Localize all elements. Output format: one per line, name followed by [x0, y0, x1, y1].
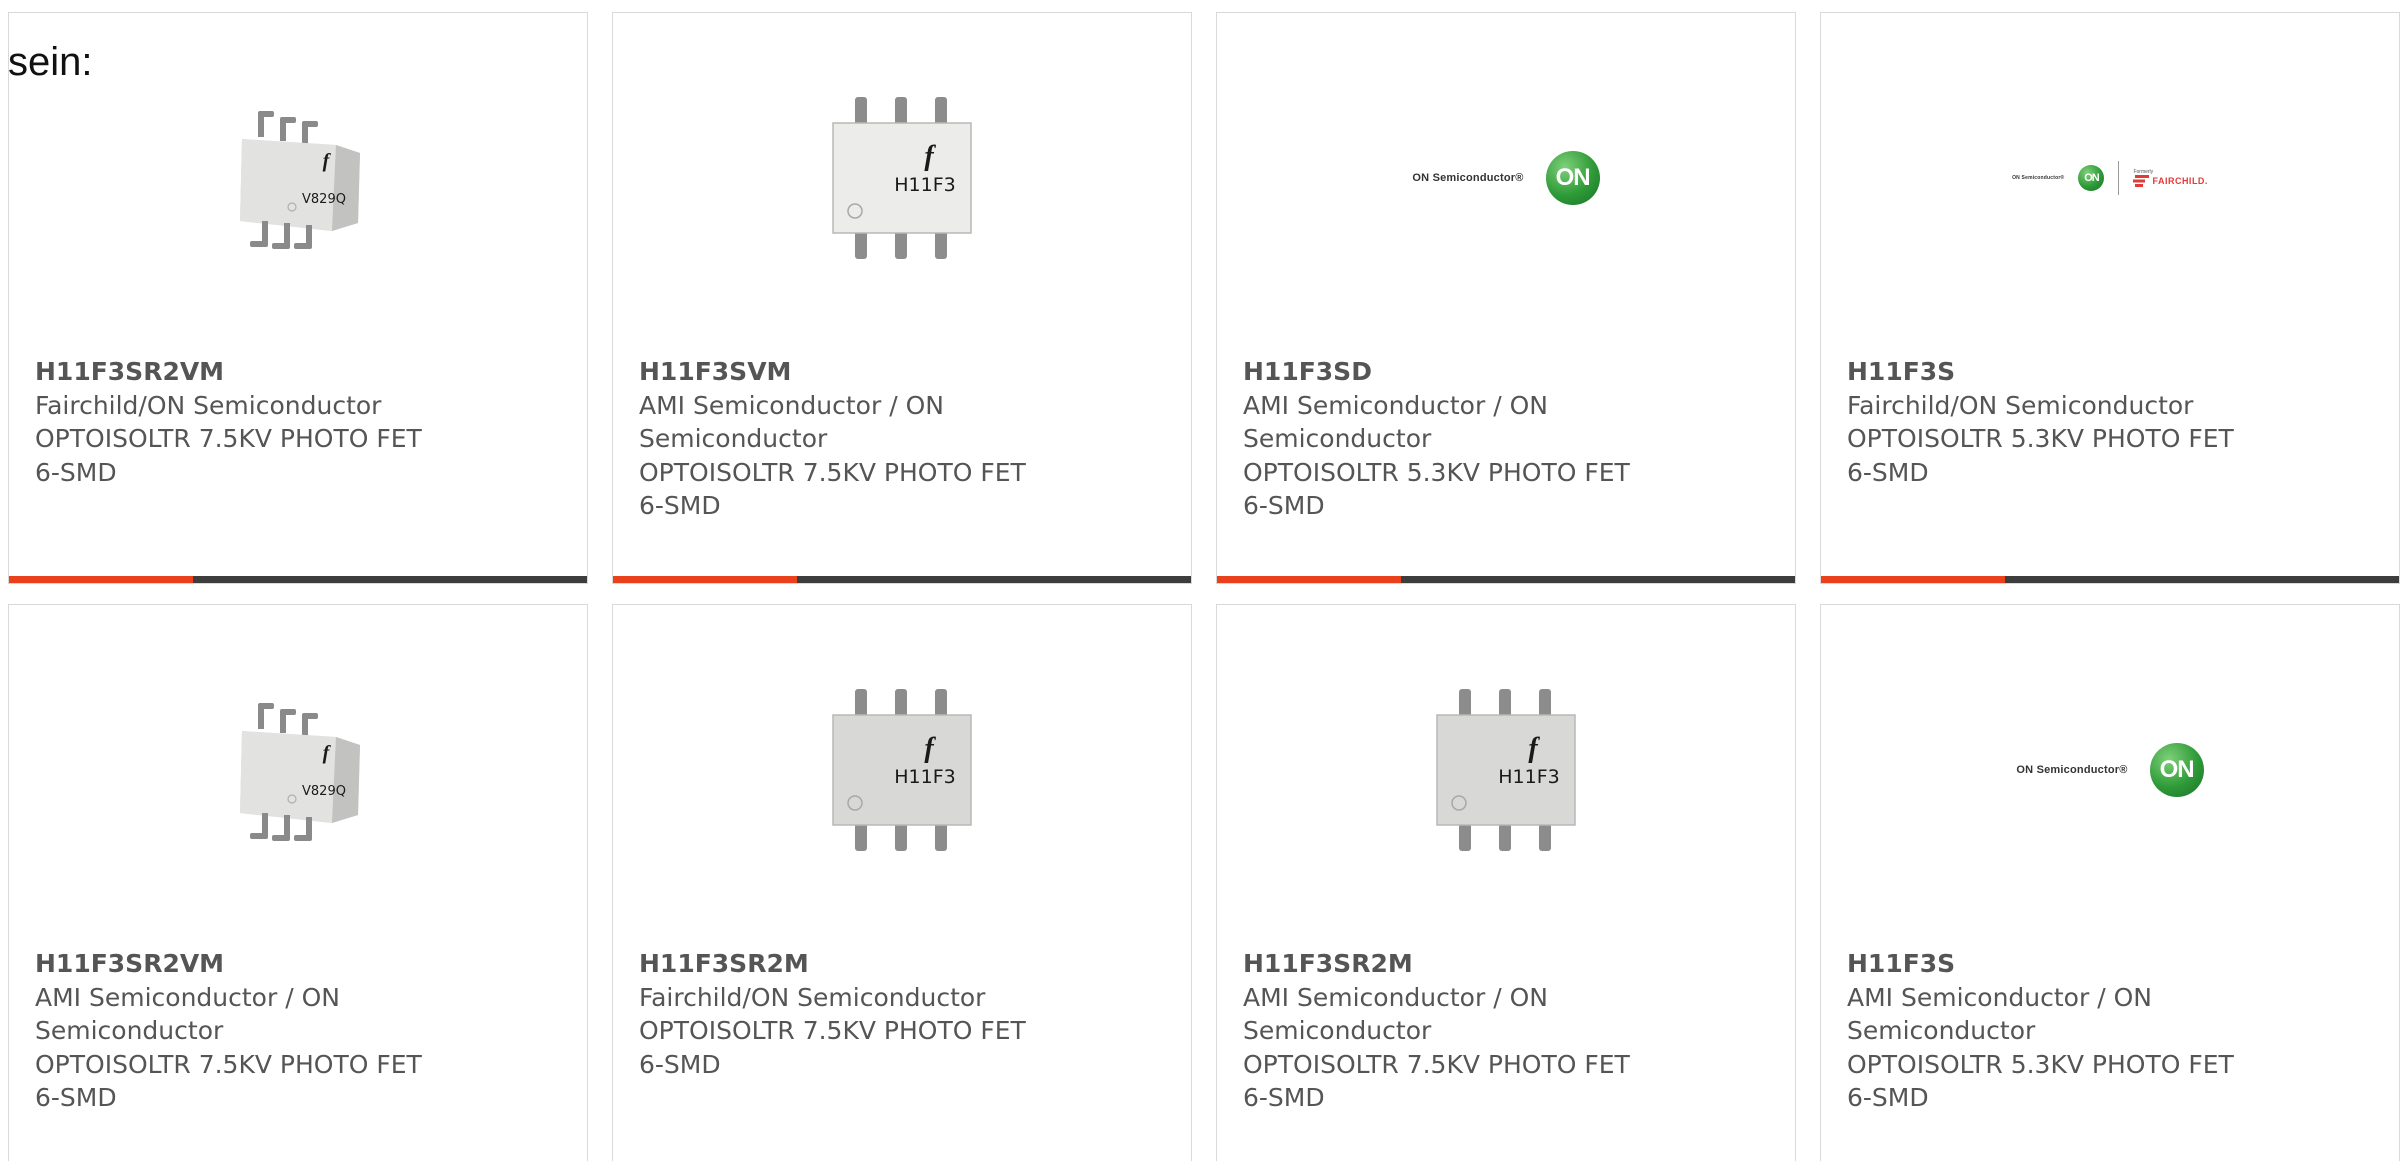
- product-info: H11F3S Fairchild/ON Semiconductor OPTOISOL…: [1847, 355, 2277, 489]
- product-image[interactable]: f H11F3: [1217, 665, 1795, 875]
- product-info: H11F3SVM AMI Semiconductor / ON Semicondu…: [639, 355, 1069, 523]
- product-photo: f H11F3: [1436, 689, 1576, 851]
- product-photo: f H11F3: [832, 689, 972, 851]
- svg-text:V829Q: V829Q: [302, 784, 346, 799]
- on-logo-icon: ON: [1545, 151, 1600, 205]
- description: OPTOISOLTR 5.3KV PHOTO FET: [1847, 1049, 2234, 1079]
- product-image[interactable]: f H11F3: [613, 73, 1191, 283]
- svg-text:V829Q: V829Q: [302, 192, 346, 207]
- part-number-link[interactable]: H11F3SR2M: [1243, 947, 1673, 981]
- product-info: H11F3SR2M Fairchild/ON Semiconductor OPTOI…: [639, 947, 1069, 1081]
- logo-wordmark: ON Semiconductor®: [1412, 172, 1524, 184]
- card-accent-highlight: [1821, 576, 2005, 583]
- package: 6-SMD: [1243, 491, 1325, 520]
- product-card[interactable]: ON Semiconductor® ON H11F3SD AMI Semiconduc…: [1216, 12, 1796, 584]
- on-semiconductor-logo: ON Semiconductor® ON: [2016, 743, 2204, 797]
- package: 6-SMD: [639, 1049, 721, 1079]
- product-grid: f V829Q H11F3SR2VM Fairchild/ON Semicondu…: [8, 12, 2400, 1161]
- package: 6-SMD: [35, 457, 117, 487]
- product-image[interactable]: ON Semiconductor® ON: [1217, 73, 1795, 283]
- description: OPTOISOLTR 7.5KV PHOTO FET: [35, 424, 422, 453]
- svg-text:H11F3: H11F3: [894, 766, 955, 788]
- fairchild-icon: [2133, 175, 2150, 187]
- product-card[interactable]: f H11F3 H11F3SR2M AMI Semiconductor / ON …: [1216, 604, 1796, 1161]
- product-image[interactable]: f H11F3: [613, 665, 1191, 875]
- manufacturer: Fairchild/ON Semiconductor: [639, 982, 986, 1012]
- product-image[interactable]: ON Semiconductor® ON: [1821, 665, 2399, 875]
- package: 6-SMD: [1847, 457, 1929, 487]
- product-photo: f H11F3: [832, 97, 972, 259]
- manufacturer: AMI Semiconductor / ON Semiconductor: [1243, 390, 1548, 454]
- product-photo: f V829Q: [240, 703, 360, 841]
- svg-text:H11F3: H11F3: [894, 174, 955, 196]
- part-number-link[interactable]: H11F3SR2VM: [35, 355, 465, 389]
- product-card[interactable]: f V829Q H11F3SR2VM AMI Semiconductor / ON…: [8, 604, 588, 1161]
- package: 6-SMD: [35, 1083, 117, 1112]
- product-photo: f V829Q: [240, 111, 360, 249]
- logo-divider: [2118, 161, 2120, 195]
- product-card[interactable]: f H11F3 H11F3SVM AMI Semiconductor / ON S…: [612, 12, 1192, 584]
- logo-wordmark: ON Semiconductor®: [2012, 175, 2065, 181]
- product-image[interactable]: ON Semiconductor® ON Formerly FAIRCHILD.: [1821, 73, 2399, 283]
- card-accent-bar: [1821, 576, 2399, 583]
- on-logo-icon: ON: [2078, 165, 2105, 191]
- manufacturer: Fairchild/ON Semiconductor: [35, 390, 382, 420]
- description: OPTOISOLTR 5.3KV PHOTO FET: [1243, 457, 1630, 487]
- manufacturer: Fairchild/ON Semiconductor: [1847, 390, 2194, 420]
- manufacturer: AMI Semiconductor / ON Semiconductor: [35, 982, 340, 1046]
- description: OPTOISOLTR 7.5KV PHOTO FET: [35, 1049, 422, 1079]
- card-accent-highlight: [613, 576, 797, 583]
- logo-wordmark: ON Semiconductor®: [2016, 764, 2128, 776]
- part-number-link[interactable]: H11F3S: [1847, 355, 2277, 389]
- svg-text:H11F3: H11F3: [1498, 766, 1559, 788]
- part-number-link[interactable]: H11F3SD: [1243, 355, 1673, 389]
- product-card[interactable]: ON Semiconductor® ON Formerly FAIRCHILD. H11…: [1820, 12, 2400, 584]
- description: OPTOISOLTR 7.5KV PHOTO FET: [639, 1016, 1026, 1045]
- fairchild-logo: Formerly FAIRCHILD.: [2133, 169, 2208, 187]
- product-info: H11F3SR2VM Fairchild/ON Semiconductor OPTO…: [35, 355, 465, 489]
- on-fairchild-logo: ON Semiconductor® ON Formerly FAIRCHILD.: [2012, 161, 2208, 195]
- package: 6-SMD: [1847, 1083, 1929, 1112]
- manufacturer: AMI Semiconductor / ON Semiconductor: [639, 390, 944, 454]
- package: 6-SMD: [639, 491, 721, 520]
- description: OPTOISOLTR 7.5KV PHOTO FET: [639, 457, 1026, 487]
- product-info: H11F3SD AMI Semiconductor / ON Semiconduc…: [1243, 355, 1673, 523]
- page-label: sein:: [8, 40, 93, 84]
- part-number-link[interactable]: H11F3S: [1847, 947, 2277, 981]
- card-accent-highlight: [9, 576, 193, 583]
- product-card[interactable]: ON Semiconductor® ON H11F3S AMI Semiconduct…: [1820, 604, 2400, 1161]
- product-card[interactable]: f H11F3 H11F3SR2M Fairchild/ON Semiconduc…: [612, 604, 1192, 1161]
- description: OPTOISOLTR 7.5KV PHOTO FET: [1243, 1049, 1630, 1079]
- manufacturer: AMI Semiconductor / ON Semiconductor: [1243, 982, 1548, 1046]
- part-number-link[interactable]: H11F3SVM: [639, 355, 1069, 389]
- package: 6-SMD: [1243, 1083, 1325, 1112]
- on-logo-icon: ON: [2149, 743, 2204, 797]
- product-image[interactable]: f V829Q: [9, 73, 587, 283]
- part-number-link[interactable]: H11F3SR2VM: [35, 947, 465, 981]
- card-accent-highlight: [1217, 576, 1401, 583]
- description: OPTOISOLTR 5.3KV PHOTO FET: [1847, 424, 2234, 453]
- card-accent-bar: [9, 576, 587, 583]
- part-number-link[interactable]: H11F3SR2M: [639, 947, 1069, 981]
- product-image[interactable]: f V829Q: [9, 665, 587, 875]
- card-accent-bar: [1217, 576, 1795, 583]
- card-accent-bar: [613, 576, 1191, 583]
- on-semiconductor-logo: ON Semiconductor® ON: [1412, 151, 1600, 205]
- product-info: H11F3SR2VM AMI Semiconductor / ON Semicon…: [35, 947, 465, 1115]
- product-info: H11F3S AMI Semiconductor / ON Semiconduct…: [1847, 947, 2277, 1115]
- manufacturer: AMI Semiconductor / ON Semiconductor: [1847, 982, 2152, 1046]
- product-card[interactable]: f V829Q H11F3SR2VM Fairchild/ON Semicondu…: [8, 12, 588, 584]
- product-info: H11F3SR2M AMI Semiconductor / ON Semicond…: [1243, 947, 1673, 1115]
